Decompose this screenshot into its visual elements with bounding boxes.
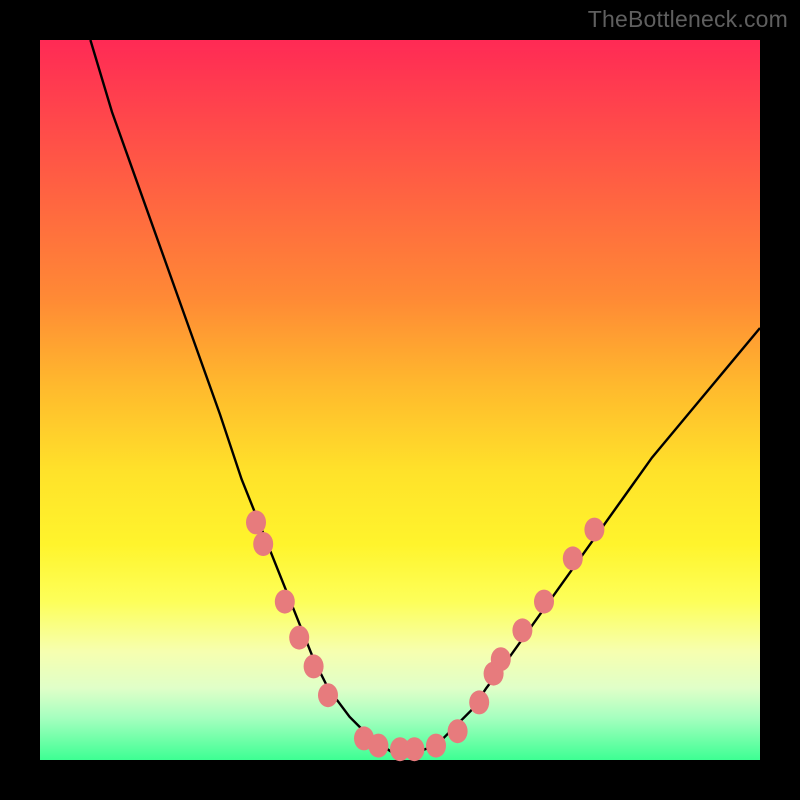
data-marker bbox=[563, 546, 583, 570]
data-marker bbox=[534, 590, 554, 614]
data-marker bbox=[584, 518, 604, 542]
chart-frame: TheBottleneck.com bbox=[0, 0, 800, 800]
data-marker bbox=[253, 532, 273, 556]
chart-plot-area bbox=[40, 40, 760, 760]
data-marker bbox=[246, 510, 266, 534]
data-marker bbox=[318, 683, 338, 707]
chart-svg bbox=[40, 40, 760, 760]
data-marker bbox=[512, 618, 532, 642]
data-marker bbox=[304, 654, 324, 678]
data-marker bbox=[275, 590, 295, 614]
chart-markers bbox=[246, 510, 604, 761]
data-marker bbox=[368, 734, 388, 758]
data-marker bbox=[469, 690, 489, 714]
data-marker bbox=[404, 737, 424, 761]
data-marker bbox=[491, 647, 511, 671]
data-marker bbox=[426, 734, 446, 758]
watermark-text: TheBottleneck.com bbox=[588, 6, 788, 33]
bottleneck-curve bbox=[90, 40, 760, 753]
data-marker bbox=[289, 626, 309, 650]
data-marker bbox=[448, 719, 468, 743]
